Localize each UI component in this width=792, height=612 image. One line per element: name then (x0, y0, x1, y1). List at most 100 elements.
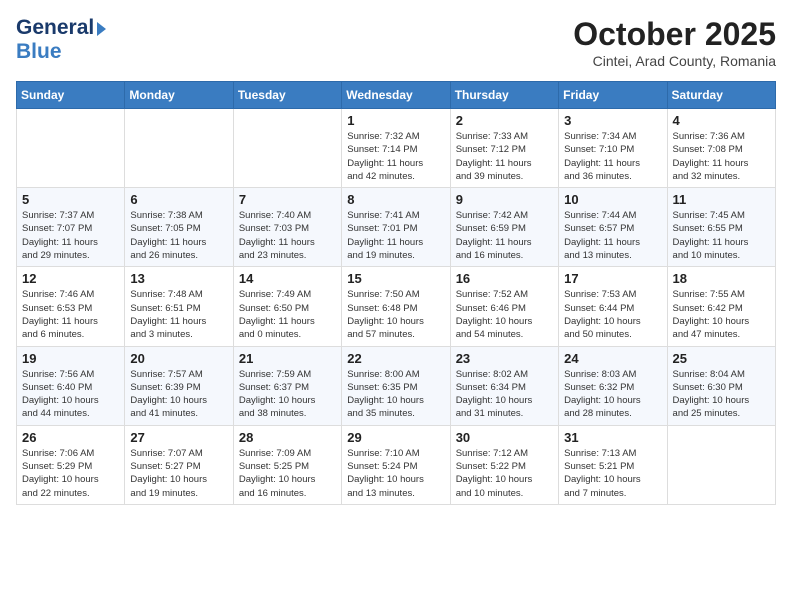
day-number: 1 (347, 113, 444, 128)
day-number: 27 (130, 430, 227, 445)
calendar-cell: 30 Sunrise: 7:12 AM Sunset: 5:22 PM Dayli… (450, 425, 558, 504)
day-number: 8 (347, 192, 444, 207)
calendar-cell: 4 Sunrise: 7:36 AM Sunset: 7:08 PM Daylig… (667, 109, 775, 188)
day-number: 11 (673, 192, 770, 207)
calendar-cell: 31 Sunrise: 7:13 AM Sunset: 5:21 PM Dayli… (559, 425, 667, 504)
day-number: 12 (22, 271, 119, 286)
day-info: Sunrise: 7:32 AM Sunset: 7:14 PM Dayligh… (347, 130, 444, 183)
calendar-cell: 17 Sunrise: 7:53 AM Sunset: 6:44 PM Dayli… (559, 267, 667, 346)
calendar-cell: 10Sunrise: 7:44 AM Sunset: 6:57 PM Dayli… (559, 188, 667, 267)
calendar-cell: 6 Sunrise: 7:38 AM Sunset: 7:05 PM Daylig… (125, 188, 233, 267)
calendar-cell: 11 Sunrise: 7:45 AM Sunset: 6:55 PM Dayli… (667, 188, 775, 267)
calendar-cell (233, 109, 341, 188)
calendar-cell: 22Sunrise: 8:00 AM Sunset: 6:35 PM Dayli… (342, 346, 450, 425)
day-number: 15 (347, 271, 444, 286)
day-number: 29 (347, 430, 444, 445)
day-number: 18 (673, 271, 770, 286)
logo-blue: Blue (16, 40, 62, 63)
calendar-week-row: 5 Sunrise: 7:37 AM Sunset: 7:07 PM Daylig… (17, 188, 776, 267)
day-info: Sunrise: 7:59 AM Sunset: 6:37 PM Dayligh… (239, 368, 336, 421)
day-info: Sunrise: 7:55 AM Sunset: 6:42 PM Dayligh… (673, 288, 770, 341)
calendar-cell: 14Sunrise: 7:49 AM Sunset: 6:50 PM Dayli… (233, 267, 341, 346)
calendar-cell: 21 Sunrise: 7:59 AM Sunset: 6:37 PM Dayli… (233, 346, 341, 425)
day-info: Sunrise: 7:44 AM Sunset: 6:57 PM Dayligh… (564, 209, 661, 262)
day-info: Sunrise: 7:12 AM Sunset: 5:22 PM Dayligh… (456, 447, 553, 500)
day-info: Sunrise: 7:06 AM Sunset: 5:29 PM Dayligh… (22, 447, 119, 500)
day-number: 21 (239, 351, 336, 366)
day-info: Sunrise: 7:10 AM Sunset: 5:24 PM Dayligh… (347, 447, 444, 500)
day-info: Sunrise: 7:33 AM Sunset: 7:12 PM Dayligh… (456, 130, 553, 183)
calendar-week-row: 19 Sunrise: 7:56 AM Sunset: 6:40 PM Dayli… (17, 346, 776, 425)
day-info: Sunrise: 7:13 AM Sunset: 5:21 PM Dayligh… (564, 447, 661, 500)
weekday-header-saturday: Saturday (667, 82, 775, 109)
calendar-table: SundayMondayTuesdayWednesdayThursdayFrid… (16, 81, 776, 505)
calendar-cell: 12 Sunrise: 7:46 AM Sunset: 6:53 PM Dayli… (17, 267, 125, 346)
day-info: Sunrise: 7:37 AM Sunset: 7:07 PM Dayligh… (22, 209, 119, 262)
calendar-cell: 19 Sunrise: 7:56 AM Sunset: 6:40 PM Dayli… (17, 346, 125, 425)
logo-general: General (16, 16, 94, 40)
day-info: Sunrise: 7:36 AM Sunset: 7:08 PM Dayligh… (673, 130, 770, 183)
day-info: Sunrise: 7:41 AM Sunset: 7:01 PM Dayligh… (347, 209, 444, 262)
day-info: Sunrise: 7:53 AM Sunset: 6:44 PM Dayligh… (564, 288, 661, 341)
calendar-header-row: SundayMondayTuesdayWednesdayThursdayFrid… (17, 82, 776, 109)
day-number: 3 (564, 113, 661, 128)
day-info: Sunrise: 7:57 AM Sunset: 6:39 PM Dayligh… (130, 368, 227, 421)
calendar-cell (17, 109, 125, 188)
day-number: 28 (239, 430, 336, 445)
calendar-cell: 25 Sunrise: 8:04 AM Sunset: 6:30 PM Dayli… (667, 346, 775, 425)
day-info: Sunrise: 7:56 AM Sunset: 6:40 PM Dayligh… (22, 368, 119, 421)
calendar-cell: 24Sunrise: 8:03 AM Sunset: 6:32 PM Dayli… (559, 346, 667, 425)
day-info: Sunrise: 8:04 AM Sunset: 6:30 PM Dayligh… (673, 368, 770, 421)
day-info: Sunrise: 7:46 AM Sunset: 6:53 PM Dayligh… (22, 288, 119, 341)
day-info: Sunrise: 7:45 AM Sunset: 6:55 PM Dayligh… (673, 209, 770, 262)
day-info: Sunrise: 7:34 AM Sunset: 7:10 PM Dayligh… (564, 130, 661, 183)
calendar-cell: 20 Sunrise: 7:57 AM Sunset: 6:39 PM Dayli… (125, 346, 233, 425)
calendar-cell: 28Sunrise: 7:09 AM Sunset: 5:25 PM Dayli… (233, 425, 341, 504)
calendar-week-row: 12 Sunrise: 7:46 AM Sunset: 6:53 PM Dayli… (17, 267, 776, 346)
calendar-cell (125, 109, 233, 188)
calendar-cell: 2Sunrise: 7:33 AM Sunset: 7:12 PM Daylig… (450, 109, 558, 188)
calendar-cell: 16 Sunrise: 7:52 AM Sunset: 6:46 PM Dayli… (450, 267, 558, 346)
day-number: 26 (22, 430, 119, 445)
day-number: 4 (673, 113, 770, 128)
day-number: 16 (456, 271, 553, 286)
day-info: Sunrise: 7:52 AM Sunset: 6:46 PM Dayligh… (456, 288, 553, 341)
day-number: 19 (22, 351, 119, 366)
weekday-header-thursday: Thursday (450, 82, 558, 109)
calendar-week-row: 1 Sunrise: 7:32 AM Sunset: 7:14 PM Daylig… (17, 109, 776, 188)
day-info: Sunrise: 7:38 AM Sunset: 7:05 PM Dayligh… (130, 209, 227, 262)
calendar-cell: 1 Sunrise: 7:32 AM Sunset: 7:14 PM Daylig… (342, 109, 450, 188)
logo-triangle-icon (97, 22, 106, 36)
day-info: Sunrise: 7:40 AM Sunset: 7:03 PM Dayligh… (239, 209, 336, 262)
calendar-cell: 8 Sunrise: 7:41 AM Sunset: 7:01 PM Daylig… (342, 188, 450, 267)
weekday-header-tuesday: Tuesday (233, 82, 341, 109)
calendar-week-row: 26 Sunrise: 7:06 AM Sunset: 5:29 PM Dayli… (17, 425, 776, 504)
day-number: 13 (130, 271, 227, 286)
day-info: Sunrise: 7:42 AM Sunset: 6:59 PM Dayligh… (456, 209, 553, 262)
day-number: 25 (673, 351, 770, 366)
calendar-cell: 13Sunrise: 7:48 AM Sunset: 6:51 PM Dayli… (125, 267, 233, 346)
title-area: October 2025 Cintei, Arad County, Romani… (573, 16, 776, 69)
day-info: Sunrise: 8:02 AM Sunset: 6:34 PM Dayligh… (456, 368, 553, 421)
calendar-cell: 26 Sunrise: 7:06 AM Sunset: 5:29 PM Dayli… (17, 425, 125, 504)
day-number: 24 (564, 351, 661, 366)
weekday-header-wednesday: Wednesday (342, 82, 450, 109)
day-number: 31 (564, 430, 661, 445)
day-info: Sunrise: 7:07 AM Sunset: 5:27 PM Dayligh… (130, 447, 227, 500)
calendar-cell: 15 Sunrise: 7:50 AM Sunset: 6:48 PM Dayli… (342, 267, 450, 346)
calendar-cell: 5 Sunrise: 7:37 AM Sunset: 7:07 PM Daylig… (17, 188, 125, 267)
calendar-cell (667, 425, 775, 504)
day-number: 6 (130, 192, 227, 207)
day-number: 30 (456, 430, 553, 445)
day-number: 20 (130, 351, 227, 366)
day-info: Sunrise: 7:50 AM Sunset: 6:48 PM Dayligh… (347, 288, 444, 341)
weekday-header-sunday: Sunday (17, 82, 125, 109)
day-number: 5 (22, 192, 119, 207)
month-title: October 2025 (573, 16, 776, 53)
logo: General Blue (16, 16, 106, 64)
calendar-cell: 7Sunrise: 7:40 AM Sunset: 7:03 PM Daylig… (233, 188, 341, 267)
calendar-cell: 3 Sunrise: 7:34 AM Sunset: 7:10 PM Daylig… (559, 109, 667, 188)
day-number: 17 (564, 271, 661, 286)
day-number: 22 (347, 351, 444, 366)
page-header: General Blue October 2025 Cintei, Arad C… (16, 16, 776, 69)
